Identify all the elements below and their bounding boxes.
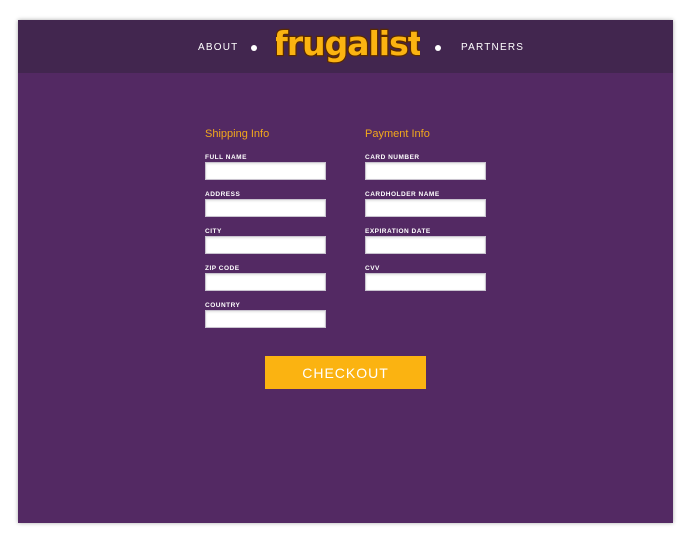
country-label: COUNTRY [205,302,241,309]
card-number-input[interactable] [365,162,486,180]
full-name-label: FULL NAME [205,154,247,161]
address-field: ADDRESS [205,190,330,227]
full-name-field: FULL NAME [205,153,330,190]
checkout-button[interactable]: CHECKOUT [265,356,426,389]
nav-separator-dot [435,45,441,51]
expiration-date-input[interactable] [365,236,486,254]
shipping-info-section: Shipping Info FULL NAME ADDRESS CITY ZIP… [205,128,330,338]
payment-info-section: Payment Info CARD NUMBER CARDHOLDER NAME… [365,128,490,301]
site-header: ABOUT frugalist PARTNERS [18,20,673,73]
nav-about-link[interactable]: ABOUT [198,42,238,53]
city-field: CITY [205,227,330,264]
country-field: COUNTRY [205,301,330,338]
country-input[interactable] [205,310,326,328]
zip-code-field: ZIP CODE [205,264,330,301]
payment-info-title: Payment Info [365,128,430,140]
city-label: CITY [205,228,222,235]
page-frame: ABOUT frugalist PARTNERS Shipping Info F… [18,20,673,523]
full-name-input[interactable] [205,162,326,180]
city-input[interactable] [205,236,326,254]
cvv-field: CVV [365,264,490,301]
address-input[interactable] [205,199,326,217]
nav-separator-dot [251,45,257,51]
cardholder-name-field: CARDHOLDER NAME [365,190,490,227]
card-number-field: CARD NUMBER [365,153,490,190]
zip-code-input[interactable] [205,273,326,291]
address-label: ADDRESS [205,191,241,198]
expiration-date-field: EXPIRATION DATE [365,227,490,264]
card-number-label: CARD NUMBER [365,154,420,161]
cardholder-name-input[interactable] [365,199,486,217]
cvv-input[interactable] [365,273,486,291]
nav-partners-link[interactable]: PARTNERS [461,42,524,53]
zip-code-label: ZIP CODE [205,265,240,272]
cardholder-name-label: CARDHOLDER NAME [365,191,440,198]
cvv-label: CVV [365,265,380,272]
frugalist-logo[interactable]: frugalist [276,23,420,69]
logo-text: frugalist [276,24,420,63]
shipping-info-title: Shipping Info [205,128,270,140]
expiration-date-label: EXPIRATION DATE [365,228,431,235]
